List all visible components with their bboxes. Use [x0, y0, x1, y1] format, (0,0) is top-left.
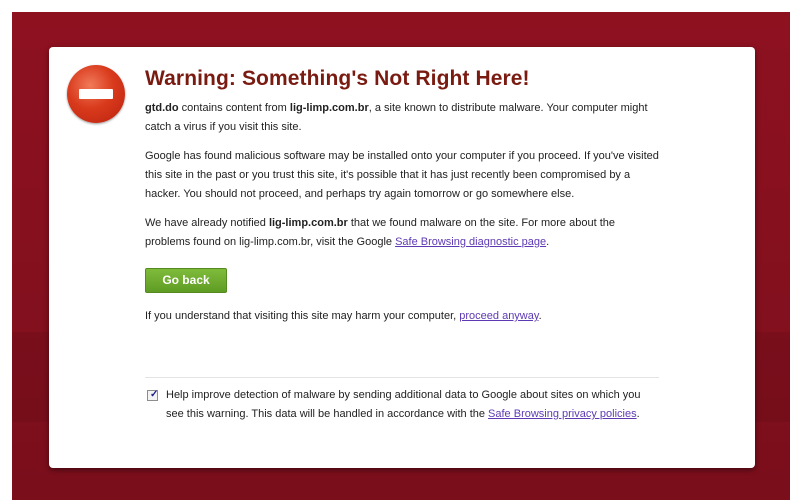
privacy-policies-link[interactable]: Safe Browsing privacy policies: [488, 408, 637, 420]
improve-text-2: .: [636, 408, 640, 420]
site-name: gtd.do: [145, 102, 179, 114]
checkmark-icon: ✓: [150, 389, 159, 400]
warning-card: Warning: Something's Not Right Here! gtd…: [49, 47, 755, 468]
notified-site-name: lig-limp.com.br: [268, 217, 348, 229]
notification-paragraph: We have already notified lig-limp.com.br…: [145, 214, 660, 252]
malware-explanation: Google has found malicious software may …: [145, 150, 659, 200]
warning-content: Warning: Something's Not Right Here! gtd…: [145, 67, 660, 336]
summary-text-1: contains content from: [178, 102, 290, 114]
improve-detection-row: ✓ Help improve detection of malware by s…: [145, 386, 660, 424]
proceed-anyway-link[interactable]: proceed anyway: [459, 310, 538, 322]
proceed-text-1: If you understand that visiting this sit…: [145, 310, 460, 322]
proceed-text-2: .: [538, 310, 542, 322]
improve-detection-label: Help improve detection of malware by sen…: [166, 386, 660, 424]
proceed-paragraph: If you understand that visiting this sit…: [145, 307, 660, 326]
diagnostic-page-link[interactable]: Safe Browsing diagnostic page: [395, 236, 546, 248]
improve-detection-checkbox[interactable]: ✓: [147, 389, 159, 401]
page-title: Warning: Something's Not Right Here!: [145, 67, 530, 90]
stop-icon-bar: [79, 89, 113, 99]
divider: [145, 377, 659, 378]
go-back-button[interactable]: Go back: [145, 268, 227, 293]
notify-text-1: We have already notified: [145, 217, 269, 229]
notify-text-3: .: [546, 236, 550, 248]
stop-icon: [67, 65, 125, 123]
malware-summary: gtd.do contains content from lig-limp.co…: [145, 99, 660, 137]
malware-site-name: lig-limp.com.br: [289, 102, 369, 114]
